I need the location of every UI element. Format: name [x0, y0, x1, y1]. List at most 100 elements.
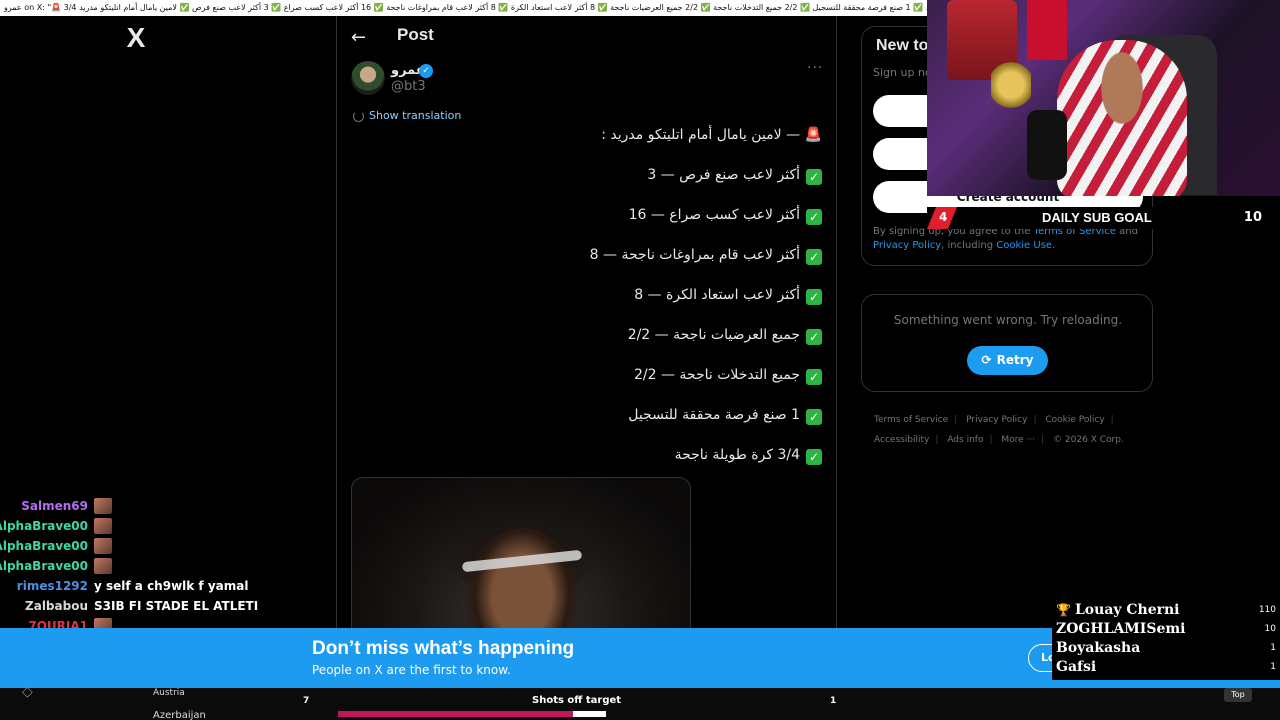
- chat-username[interactable]: AlphaBrave00: [0, 539, 88, 553]
- signup-terms: By signing up, you agree to the Terms of…: [873, 225, 1143, 253]
- trends-card: Something went wrong. Try reloading. ⟳ Re…: [861, 294, 1153, 392]
- flag-on-wall: [1027, 0, 1067, 60]
- copyright: © 2026 X Corp.: [1053, 435, 1124, 445]
- stat-label: Shots off target: [532, 695, 622, 706]
- chat-username[interactable]: Zalbabou: [25, 599, 88, 613]
- team-name: Azerbaijan: [153, 710, 206, 720]
- top-badge[interactable]: Top: [1224, 688, 1252, 702]
- chat-message: AlphaBrave00: [0, 556, 336, 576]
- translate-icon: [353, 111, 364, 122]
- avatar[interactable]: [351, 61, 385, 95]
- check-mark-icon: ✓: [806, 449, 822, 465]
- tweet-line-text: أكثر لاعب كسب صراع — 16: [628, 207, 800, 223]
- tweet-line: ✓ جميع التدخلات ناجحة — 2/2: [634, 367, 822, 385]
- tweet-line: ✓ أكثر لاعب استعاد الكرة — 8: [634, 287, 822, 305]
- chat-username[interactable]: Salmen69: [21, 499, 88, 513]
- footer-link[interactable]: Privacy Policy: [966, 415, 1027, 425]
- leaderboard-name: Gafsi: [1056, 659, 1096, 675]
- error-message: Something went wrong. Try reloading.: [893, 313, 1123, 327]
- footer-links: Terms of Service | Privacy Policy | Cookie…: [874, 415, 1124, 445]
- x-logo-icon[interactable]: X: [122, 24, 150, 52]
- emote-icon: [94, 498, 112, 514]
- verified-badge-icon: ✓: [419, 64, 433, 78]
- footer-link[interactable]: Terms of Service: [874, 415, 948, 425]
- chat-message: Zalbabou S3IB FI STADE EL ATLETI: [0, 596, 336, 616]
- banner-subtitle: People on X are the first to know.: [312, 663, 511, 677]
- arrow-left-icon[interactable]: ←: [351, 27, 366, 48]
- author-handle[interactable]: @bt3: [391, 79, 426, 94]
- tweet-line-text: أكثر لاعب استعاد الكرة — 8: [634, 287, 800, 303]
- refresh-icon: ⟳: [981, 353, 992, 367]
- leaderboard-name-text: Gafsi: [1056, 659, 1097, 675]
- chat-username[interactable]: rimes1292: [17, 579, 88, 593]
- ellipsis-icon[interactable]: ···: [807, 60, 823, 76]
- page-title: Post: [397, 25, 434, 44]
- sub-goal-label: DAILY SUB GOAL: [1042, 210, 1152, 225]
- tweet-line: ✓ جميع العرضيات ناجحة — 2/2: [628, 327, 822, 345]
- stat-track: [338, 711, 606, 717]
- privacy-link[interactable]: Privacy Policy: [873, 240, 941, 251]
- check-mark-icon: ✓: [806, 409, 822, 425]
- stat-left-value: 7: [303, 696, 310, 706]
- chat-message: AlphaBrave00: [0, 536, 336, 556]
- footer-link[interactable]: Cookie Policy: [1045, 415, 1104, 425]
- trophy-shelf: [991, 60, 1031, 110]
- footer-link[interactable]: More ···: [1001, 435, 1035, 445]
- check-mark-icon: ✓: [806, 249, 822, 265]
- leaderboard-name-text: Boyakasha: [1056, 640, 1141, 656]
- tweet-line: ✓ 1 صنع فرصة محققة للتسجيل: [628, 407, 822, 425]
- emote-icon: [94, 518, 112, 534]
- leaderboard-name-text: ZOGHLAMISemi: [1056, 621, 1186, 637]
- retry-label: Retry: [996, 353, 1034, 367]
- streamer: [1057, 40, 1187, 196]
- post-header: ← Post: [337, 16, 836, 60]
- retry-button[interactable]: ⟳ Retry: [967, 346, 1048, 375]
- shield-icon: ◇: [22, 684, 33, 700]
- tweet-line: ✓ 3/4 كرة طويلة ناجحة: [675, 447, 822, 465]
- team-name: Austria: [153, 688, 185, 698]
- tweet-line-text: 1 صنع فرصة محققة للتسجيل: [628, 407, 800, 423]
- leaderboard-value: 1: [1270, 662, 1276, 672]
- leaderboard-name: Boyakasha: [1056, 640, 1140, 656]
- tweet-line: ✓ أكثر لاعب صنع فرص — 3: [647, 167, 822, 185]
- check-mark-icon: ✓: [806, 169, 822, 185]
- show-translation-link[interactable]: Show translation: [369, 109, 461, 122]
- footer-link[interactable]: Ads info: [947, 435, 983, 445]
- emote-icon: [94, 538, 112, 554]
- check-mark-icon: ✓: [806, 289, 822, 305]
- footer-link[interactable]: Accessibility: [874, 435, 929, 445]
- tweet-line-text: 3/4 كرة طويلة ناجحة: [674, 447, 800, 463]
- trophy-icon: 🏆: [1056, 603, 1071, 617]
- chat-message: Salmen69: [0, 496, 336, 516]
- leaderboard-name: ZOGHLAMISemi: [1056, 621, 1186, 637]
- terms-including: , including: [941, 240, 994, 251]
- sub-goal-current: 4: [939, 210, 948, 224]
- tweet-line-text: جميع العرضيات ناجحة — 2/2: [627, 327, 800, 343]
- chat-message: rimes1292 y self a ch9wlk f yamal: [0, 576, 336, 596]
- tweet-line: 🚨 — لامين يامال أمام اتليتكو مدريد :: [601, 127, 822, 143]
- leaderboard-name: 🏆 Louay Cherni: [1056, 602, 1180, 618]
- leaderboard-row: 🏆 Louay Cherni 110: [1056, 602, 1276, 621]
- leaderboard-row: Gafsi 1: [1056, 659, 1276, 678]
- banner-title: Don’t miss what’s happening: [312, 638, 575, 659]
- leaderboard-row: Boyakasha 1: [1056, 640, 1276, 659]
- post-column: ← Post عمرو ✓ @bt3 ··· Show translation …: [336, 16, 837, 720]
- tweet-line: ✓ أكثر لاعب كسب صراع — 16: [629, 207, 822, 225]
- check-mark-icon: ✓: [806, 209, 822, 225]
- sub-goal-target: 10: [1243, 210, 1262, 225]
- chat-text: y self a ch9wlk f yamal: [94, 579, 249, 593]
- leaderboard-name-text: Louay Cherni: [1074, 602, 1180, 618]
- sub-leaderboard: 🏆 Louay Cherni 110 ZOGHLAMISemi 10 Boyakasha 1…: [1052, 598, 1280, 680]
- leaderboard-value: 1: [1270, 643, 1276, 653]
- chat-username[interactable]: AlphaBrave00: [0, 519, 88, 533]
- tweet-line-text: جميع التدخلات ناجحة — 2/2: [633, 367, 800, 383]
- leaderboard-value: 110: [1258, 605, 1276, 615]
- leaderboard-value: 10: [1264, 624, 1276, 634]
- check-mark-icon: ✓: [806, 369, 822, 385]
- tweet-line-text: أكثر لاعب قام بمراوغات ناجحة — 8: [589, 247, 800, 263]
- chat-username[interactable]: AlphaBrave00: [0, 559, 88, 573]
- match-stats-bar: ◇ Austria Azerbaijan 7 Shots off target …: [0, 684, 1280, 720]
- stat-right-value: 1: [830, 696, 837, 706]
- cookie-link[interactable]: Cookie Use.: [996, 240, 1055, 251]
- stat-fill: [338, 711, 573, 717]
